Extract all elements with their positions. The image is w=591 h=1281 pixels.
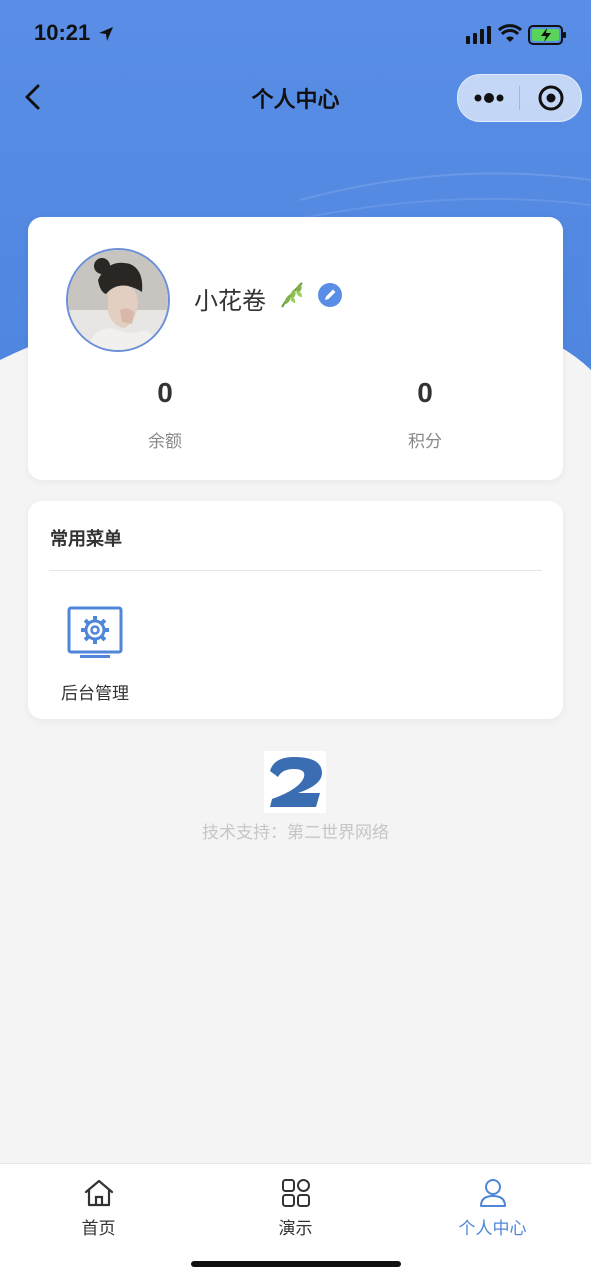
balance-label: 余额: [148, 432, 182, 452]
tab-demo[interactable]: 演示: [197, 1164, 394, 1254]
menu-divider: [49, 570, 542, 571]
tab-demo-label: 演示: [278, 1219, 313, 1239]
battery-icon: [528, 25, 566, 45]
username: 小花卷: [194, 287, 266, 315]
common-menu-card: 常用菜单 后台管理: [28, 501, 563, 719]
admin-settings-icon: [67, 606, 123, 658]
more-options-icon[interactable]: [458, 75, 519, 121]
avatar[interactable]: [66, 248, 170, 352]
profile-card: 小花卷 0 余额 0 积分: [28, 217, 563, 480]
mini-program-capsule: [457, 74, 582, 122]
menu-item-admin[interactable]: 后台管理: [50, 605, 140, 705]
stat-points[interactable]: 0 积分: [325, 377, 525, 452]
leaf-icon: [281, 282, 303, 308]
balance-value: 0: [157, 377, 173, 408]
tab-profile-label: 个人中心: [458, 1219, 527, 1239]
edit-profile-icon[interactable]: [318, 283, 342, 307]
grid-icon: [282, 1179, 310, 1207]
points-value: 0: [417, 377, 433, 408]
status-bar: 10:21: [0, 0, 591, 70]
tech-support-text: 技术支持：第二世界网络: [202, 823, 389, 843]
tab-home[interactable]: 首页: [0, 1164, 197, 1254]
stat-balance[interactable]: 0 余额: [65, 377, 265, 452]
menu-item-label: 后台管理: [61, 684, 129, 704]
status-time: 10:21: [34, 20, 91, 45]
wifi-icon: [498, 24, 522, 42]
user-icon: [480, 1179, 506, 1207]
home-indicator: [191, 1261, 401, 1267]
close-target-icon[interactable]: [520, 75, 581, 121]
cellular-signal-icon: [466, 26, 491, 44]
location-arrow-icon: [99, 27, 113, 41]
tab-home-label: 首页: [81, 1219, 116, 1239]
avatar-image: [68, 250, 168, 350]
company-logo: [264, 751, 326, 813]
tab-profile[interactable]: 个人中心: [394, 1164, 591, 1254]
menu-title: 常用菜单: [50, 529, 122, 550]
points-label: 积分: [408, 432, 442, 452]
home-icon: [84, 1179, 114, 1207]
